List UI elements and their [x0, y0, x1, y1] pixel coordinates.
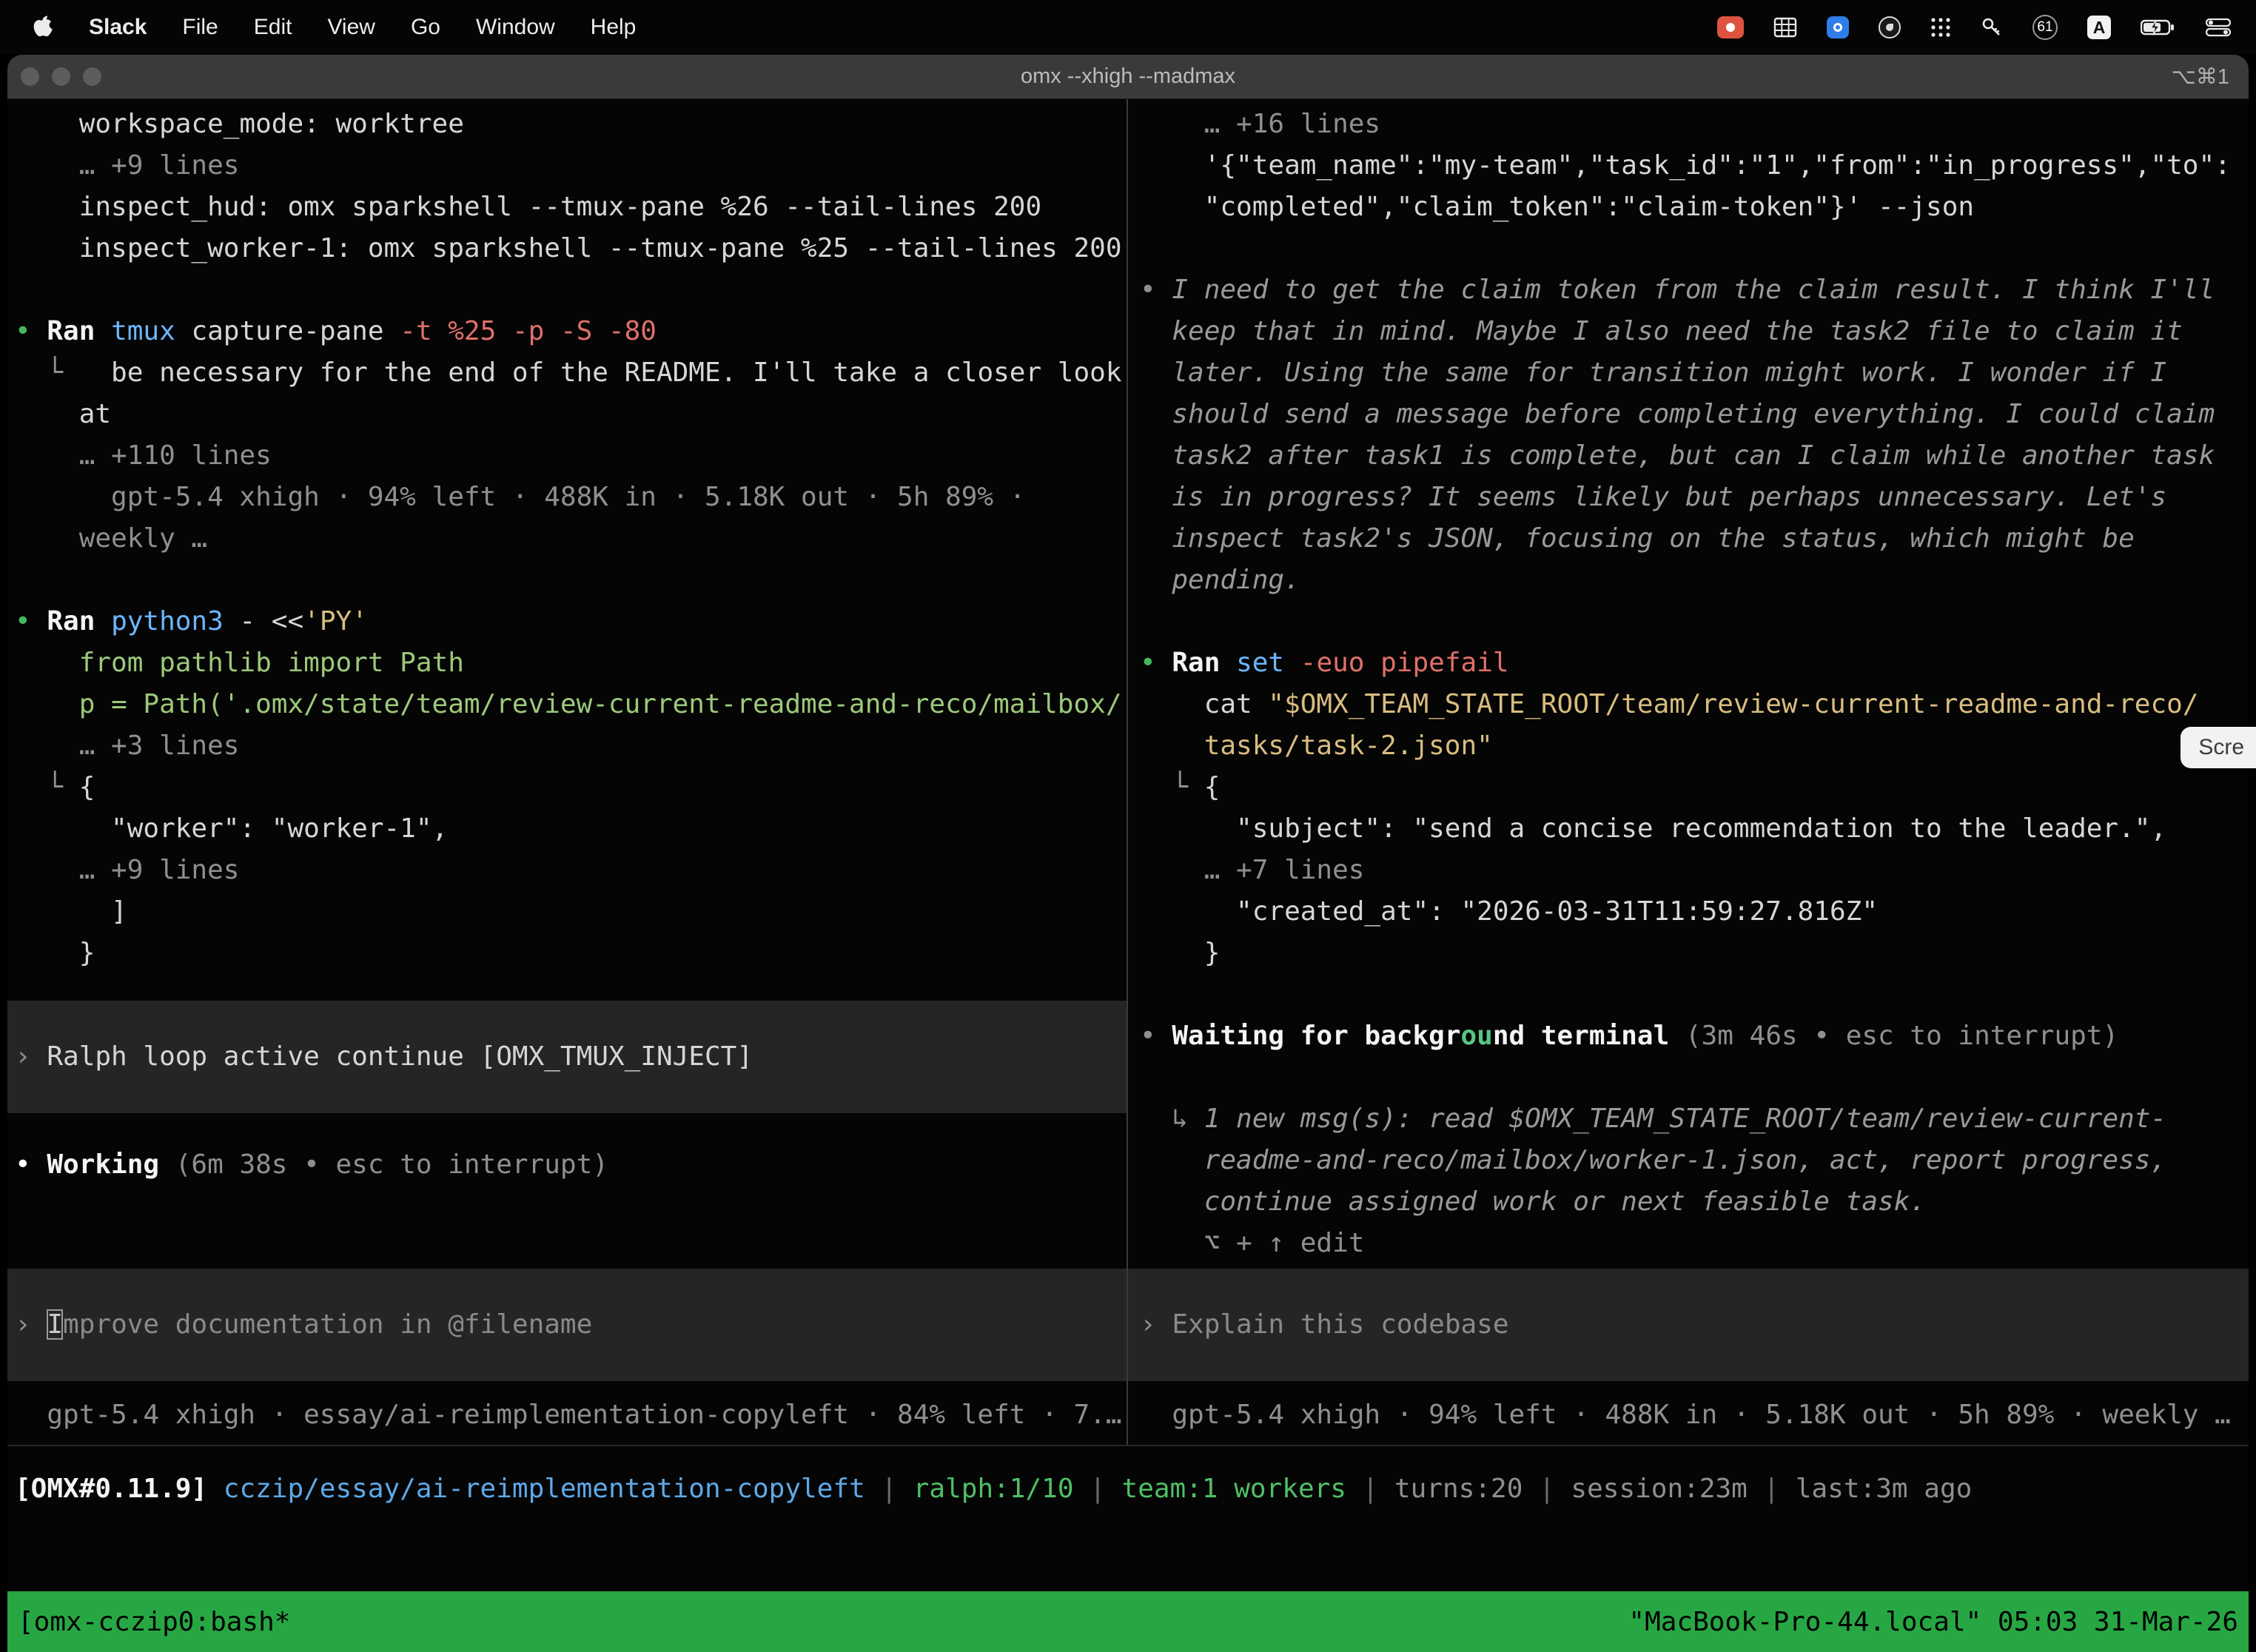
terminal-line: • Ran tmux capture-pane -t %25 -p -S -80 — [7, 311, 1127, 352]
terminal-line: inspect task2's JSON, focusing on the st… — [1128, 518, 2249, 560]
terminal-line: weekly … — [7, 518, 1127, 560]
terminal-line: keep that in mind. Maybe I also need the… — [1128, 311, 2249, 352]
percent-badge[interactable]: 61 — [2032, 15, 2058, 40]
terminal-window: omx --xhigh --madmax ⌥⌘1 workspace_mode:… — [7, 55, 2249, 1652]
window-titlebar[interactable]: omx --xhigh --madmax ⌥⌘1 — [7, 55, 2249, 99]
terminal-line: › Improve documentation in @filename — [7, 1304, 1127, 1346]
battery-icon[interactable] — [2141, 18, 2176, 37]
terminal-line: › Explain this codebase — [1128, 1304, 2249, 1346]
terminal-line: gpt-5.4 xhigh · 94% left · 488K in · 5.1… — [7, 477, 1127, 518]
terminal-line: … +16 lines — [1128, 104, 2249, 145]
terminal-line: ​ — [7, 560, 1127, 601]
terminal-line: at — [7, 394, 1127, 435]
input-source-icon[interactable]: A — [2087, 16, 2111, 39]
terminal-line: task2 after task1 is complete, but can I… — [1128, 435, 2249, 477]
terminal-line: gpt-5.4 xhigh · 94% left · 488K in · 5.1… — [1128, 1394, 2249, 1436]
terminal-line: ​ — [1128, 228, 2249, 269]
minimize-window-button[interactable] — [52, 67, 70, 86]
app-menu-slack[interactable]: Slack — [71, 0, 164, 55]
terminal-line: └ be necessary for the end of the README… — [7, 352, 1127, 394]
terminal-line: … +9 lines — [7, 850, 1127, 891]
terminal-line: pending. — [1128, 560, 2249, 601]
menu-edit[interactable]: Edit — [236, 0, 310, 55]
left-prompt-box[interactable]: › Improve documentation in @filename — [7, 1269, 1127, 1381]
right-terminal-pane[interactable]: … +16 lines '{"team_name":"my-team","tas… — [1128, 99, 2249, 1445]
terminal-line: ⌥ + ↑ edit — [1128, 1223, 2249, 1264]
terminal-line: • Ran python3 - <<'PY' — [7, 601, 1127, 642]
tmux-host-clock: "MacBook-Pro-44.local" 05:03 31-Mar-26 — [1628, 1607, 2238, 1637]
terminal-line: "worker": "worker-1", — [7, 808, 1127, 850]
terminal-line: › Ralph loop active continue [OMX_TMUX_I… — [7, 1036, 1127, 1078]
apple-menu-icon[interactable] — [13, 0, 71, 55]
key-icon[interactable] — [1981, 16, 2003, 38]
window-shortcut-hint: ⌥⌘1 — [2171, 64, 2249, 90]
terminal-line: from pathlib import Path — [7, 642, 1127, 684]
menu-bar: Slack File Edit View Go Window Help — [0, 0, 2256, 55]
terminal-line: gpt-5.4 xhigh · essay/ai-reimplementatio… — [7, 1394, 1127, 1436]
screen-share-notification[interactable]: Scre — [2181, 727, 2256, 768]
terminal-line: '{"team_name":"my-team","task_id":"1","f… — [1128, 145, 2249, 187]
dots-grid-icon[interactable] — [1930, 17, 1951, 38]
terminal-line: • Working (6m 38s • esc to interrupt) — [7, 1144, 1127, 1186]
tmux-status-bar: [omx-cczip0:bash* "MacBook-Pro-44.local"… — [7, 1591, 2249, 1652]
left-terminal-output: workspace_mode: worktree … +9 lines insp… — [7, 104, 1127, 974]
zoom-window-button[interactable] — [83, 67, 101, 86]
menu-help[interactable]: Help — [573, 0, 654, 55]
menu-view[interactable]: View — [309, 0, 392, 55]
window-title: omx --xhigh --madmax — [7, 64, 2249, 89]
terminal-line: cat "$OMX_TEAM_STATE_ROOT/team/review-cu… — [1128, 684, 2249, 725]
terminal-line: } — [1128, 933, 2249, 974]
menu-file[interactable]: File — [164, 0, 235, 55]
ralph-inject-banner: › Ralph loop active continue [OMX_TMUX_I… — [7, 1001, 1127, 1113]
menu-window[interactable]: Window — [458, 0, 573, 55]
terminal-line: … +7 lines — [1128, 850, 2249, 891]
terminal-line: continue assigned work or next feasible … — [1128, 1181, 2249, 1223]
close-window-button[interactable] — [21, 67, 39, 86]
menu-go[interactable]: Go — [393, 0, 458, 55]
terminal-line: inspect_worker-1: omx sparkshell --tmux-… — [7, 228, 1127, 269]
terminal-line: ​ — [1128, 974, 2249, 1015]
terminal-line: • Waiting for background terminal (3m 46… — [1128, 1015, 2249, 1057]
grid-app-icon[interactable] — [1773, 17, 1797, 38]
tmux-session-label: [omx-cczip0:bash* — [18, 1607, 290, 1637]
terminal-line: ] — [7, 891, 1127, 933]
terminal-line: workspace_mode: worktree — [7, 104, 1127, 145]
terminal-line: should send a message before completing … — [1128, 394, 2249, 435]
left-model-statusline: gpt-5.4 xhigh · essay/ai-reimplementatio… — [7, 1394, 1127, 1436]
terminal-line: … +3 lines — [7, 725, 1127, 767]
right-terminal-output: … +16 lines '{"team_name":"my-team","tas… — [1128, 104, 2249, 1264]
working-status: • Working (6m 38s • esc to interrupt) — [7, 1144, 1127, 1186]
terminal-line: • Ran set -euo pipefail — [1128, 642, 2249, 684]
tmux-panes: workspace_mode: worktree … +9 lines insp… — [7, 99, 2249, 1446]
terminal-line: is in progress? It seems likely but perh… — [1128, 477, 2249, 518]
terminal-line: ​ — [7, 269, 1127, 311]
terminal-line: p = Path('.omx/state/team/review-current… — [7, 684, 1127, 725]
terminal-line: [OMX#0.11.9] cczip/essay/ai-reimplementa… — [7, 1468, 1972, 1510]
omx-hud-bar: [OMX#0.11.9] cczip/essay/ai-reimplementa… — [7, 1446, 2249, 1510]
terminal-line: … +110 lines — [7, 435, 1127, 477]
left-terminal-pane[interactable]: workspace_mode: worktree … +9 lines insp… — [7, 99, 1128, 1445]
terminal-line: later. Using the same for transition mig… — [1128, 352, 2249, 394]
screen-record-indicator[interactable] — [1717, 16, 1744, 38]
right-model-statusline: gpt-5.4 xhigh · 94% left · 488K in · 5.1… — [1128, 1394, 2249, 1436]
terminal-line: … +9 lines — [7, 145, 1127, 187]
terminal-line: ​ — [1128, 1057, 2249, 1098]
terminal-line: tasks/task-2.json" — [1128, 725, 2249, 767]
terminal-line: "subject": "send a concise recommendatio… — [1128, 808, 2249, 850]
terminal-line: ↳ 1 new msg(s): read $OMX_TEAM_STATE_ROO… — [1128, 1098, 2249, 1140]
terminal-line: readme-and-reco/mailbox/worker-1.json, a… — [1128, 1140, 2249, 1181]
control-center-icon[interactable] — [2206, 18, 2231, 37]
terminal-line: "created_at": "2026-03-31T11:59:27.816Z" — [1128, 891, 2249, 933]
blue-app-icon[interactable] — [1827, 16, 1849, 38]
terminal-line: "completed","claim_token":"claim-token"}… — [1128, 187, 2249, 228]
terminal-line: • I need to get the claim token from the… — [1128, 269, 2249, 311]
terminal-line: └ { — [7, 767, 1127, 808]
terminal-line: inspect_hud: omx sparkshell --tmux-pane … — [7, 187, 1127, 228]
terminal-line: } — [7, 933, 1127, 974]
dark-app-icon[interactable] — [1879, 16, 1901, 38]
terminal-line: └ { — [1128, 767, 2249, 808]
right-prompt-box[interactable]: › Explain this codebase — [1128, 1269, 2249, 1381]
terminal-line: ​ — [1128, 601, 2249, 642]
